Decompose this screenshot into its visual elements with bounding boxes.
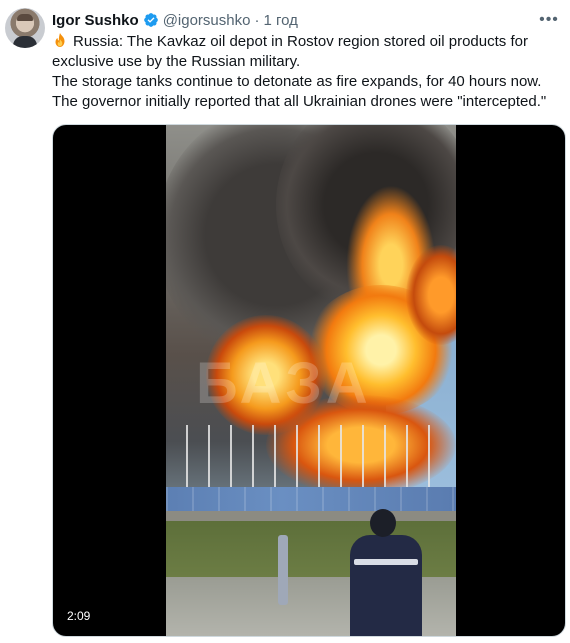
timestamp[interactable]: 1 год [263,12,297,29]
tweet-line: The storage tanks continue to detonate a… [52,73,542,90]
author-handle[interactable]: @igorsushko [163,12,251,29]
tweet-header: Igor Sushko @igorsushko · 1 год [52,10,298,30]
tweet-text: Russia: The Kavkaz oil depot in Rostov r… [52,32,562,112]
fire-icon [55,33,65,47]
author-name[interactable]: Igor Sushko [52,12,139,29]
verified-badge-icon [143,13,158,27]
tweet[interactable]: Igor Sushko @igorsushko · 1 год ••• Russ… [0,0,570,643]
tweet-line: The governor initially reported that all… [52,93,547,110]
avatar[interactable] [5,8,45,48]
separator-dot: · [254,11,260,29]
watermark: БАЗА [196,351,372,416]
tweet-line: Russia: The Kavkaz oil depot in Rostov r… [52,32,562,52]
tweet-line: exclusive use by the Russian military. [52,53,301,70]
video-duration: 2:09 [63,607,95,625]
more-icon[interactable]: ••• [538,10,560,30]
video-player[interactable]: БАЗА 2:09 [52,124,566,637]
video-frame[interactable]: БАЗА [166,125,456,636]
